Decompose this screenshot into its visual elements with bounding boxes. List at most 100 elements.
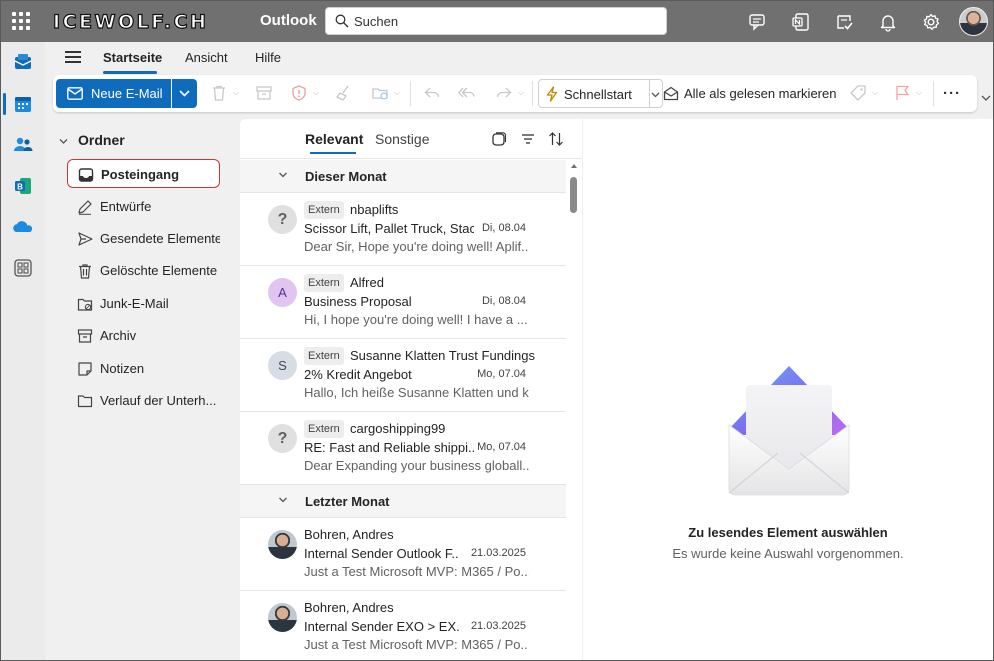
empty-state-subtitle: Es wurde keine Auswahl vorgenommen. [672,546,904,561]
mark-all-read-button[interactable]: Alle als gelesen markieren [663,79,837,108]
folder-entwuerfe[interactable]: Entwürfe [67,192,220,221]
sender-photo-avatar [268,603,297,632]
quickstart-label: Schnellstart [564,87,632,102]
folder-pane: Ordner Posteingang Entwürfe Gesendete El… [45,119,235,660]
waffle-icon[interactable] [12,12,30,30]
scrollbar-thumb[interactable] [570,177,577,213]
chevron-down-icon[interactable]: ⌵ [394,88,400,98]
app-name[interactable]: Outlook [260,12,317,29]
chevron-down-icon[interactable]: ⌵ [872,88,878,98]
folder-icon [77,395,93,408]
tab-hilfe[interactable]: Hilfe [255,50,281,65]
message-preview: Just a Test Microsoft MVP: M365 / Po... [304,564,529,579]
new-mail-label: Neue E-Mail [91,86,163,101]
message-date: 21.03.2025 [470,620,526,632]
report-icon[interactable] [290,84,308,102]
mail-icon[interactable] [12,52,34,74]
trash-icon [79,264,91,279]
filter-icon[interactable] [520,131,536,147]
envelope-icon [67,87,83,100]
reply-all-icon[interactable] [458,84,476,102]
group-header-dieser-monat[interactable]: Dieser Monat [240,160,566,193]
sort-icon[interactable] [548,131,564,147]
chevron-down-icon[interactable]: ⌵ [916,88,922,98]
archive-icon[interactable] [255,84,273,102]
message-date: Mo, 07.04 [477,441,526,453]
forward-icon[interactable] [495,84,513,102]
tab-relevant[interactable]: Relevant [305,131,363,147]
message-date: Di, 08.04 [481,222,526,234]
people-icon[interactable] [12,134,34,156]
message-item[interactable]: ? Extern cargoshipping99 RE: Fast and Re… [240,412,566,485]
message-list: Relevant Sonstige Dieser Monat ? Extern … [240,119,582,660]
quickstart-button[interactable]: Schnellstart [538,79,650,108]
hamburger-menu-icon[interactable] [65,51,81,63]
delete-icon[interactable] [210,84,228,102]
svg-text:B: B [17,183,23,192]
message-item[interactable]: S Extern Susanne Klatten Trust Fundings … [240,339,566,412]
mark-all-read-label: Alle als gelesen markieren [684,86,837,101]
message-item[interactable]: Bohren, Andres Internal Sender Outlook F… [240,518,566,591]
message-item[interactable]: Bohren, Andres Internal Sender EXO > EX.… [240,591,566,660]
onedrive-icon[interactable] [12,216,34,238]
folder-label: Notizen [100,361,145,376]
folder-junk-e-mail[interactable]: Junk-E-Mail [67,289,220,318]
inbox-icon [78,168,94,182]
user-avatar[interactable] [959,7,988,36]
message-item[interactable]: A Extern Alfred Business Proposal Di, 08… [240,266,566,339]
bell-icon[interactable] [878,12,898,32]
tab-startseite[interactable]: Startseite [103,50,162,65]
flag-icon[interactable] [893,84,911,102]
folders-header[interactable]: Ordner [59,132,125,148]
folder-notizen[interactable]: Notizen [67,354,220,383]
more-options-button[interactable]: ··· [943,85,961,102]
onenote-icon[interactable] [791,12,811,32]
reply-icon[interactable] [423,84,441,102]
more-apps-icon[interactable] [12,257,34,279]
message-sender: Bohren, Andres [304,600,394,615]
folder-label: Archiv [100,328,137,343]
toolbar-divider [532,81,533,106]
todo-icon[interactable] [835,12,855,32]
move-to-icon[interactable] [371,84,389,102]
sender-photo-avatar [268,530,297,559]
search-input[interactable] [354,11,654,31]
message-date: 21.03.2025 [470,547,526,559]
scrollbar[interactable] [566,159,582,660]
group-header-letzter-monat[interactable]: Letzter Monat [240,485,566,518]
chevron-down-icon [279,497,287,503]
send-icon [78,232,93,246]
reading-pane: Zu lesendes Element auswählen Es wurde k… [583,119,993,660]
folder-archiv[interactable]: Archiv [67,321,220,350]
folder-posteingang[interactable]: Posteingang [67,159,220,188]
folder-geloeschte-elemente[interactable]: Gelöschte Elemente [67,256,220,285]
active-tab-indicator [310,152,356,154]
message-preview: Hallo, Ich heiße Susanne Klatten und k..… [304,385,529,400]
new-mail-dropdown[interactable] [172,79,197,108]
new-mail-button[interactable]: Neue E-Mail [56,79,171,108]
search-box[interactable] [325,7,667,35]
calendar-icon[interactable] [12,93,34,115]
pencil-icon [78,200,92,215]
chevron-down-icon[interactable]: ⌵ [518,88,524,98]
toolbar-divider [410,81,411,106]
tab-ansicht[interactable]: Ansicht [185,50,228,65]
ribbon-tabs: Startseite Ansicht Hilfe [45,42,993,74]
quickstart-dropdown[interactable] [649,79,663,108]
tab-sonstige[interactable]: Sonstige [375,131,429,147]
chevron-down-icon[interactable]: ⌵ [313,88,319,98]
message-sender: cargoshipping99 [350,421,446,436]
chevron-down-icon[interactable] [980,92,992,104]
folder-verlauf[interactable]: Verlauf der Unterh... [67,386,220,415]
scroll-up-arrow-icon[interactable] [571,164,577,168]
select-icon[interactable] [491,131,507,147]
teams-chat-icon[interactable] [748,12,768,32]
folder-gesendete-elemente[interactable]: Gesendete Elemente [67,224,220,253]
message-item[interactable]: ? Extern nbaplifts Scissor Lift, Pallet … [240,193,566,266]
bookings-icon[interactable]: B [12,175,34,197]
sweep-icon[interactable] [334,84,352,102]
gear-icon[interactable] [921,12,941,32]
chevron-down-icon[interactable]: ⌵ [233,88,239,98]
tag-icon[interactable] [849,84,867,102]
message-subject: Scissor Lift, Pallet Truck, Stac... [304,221,474,236]
